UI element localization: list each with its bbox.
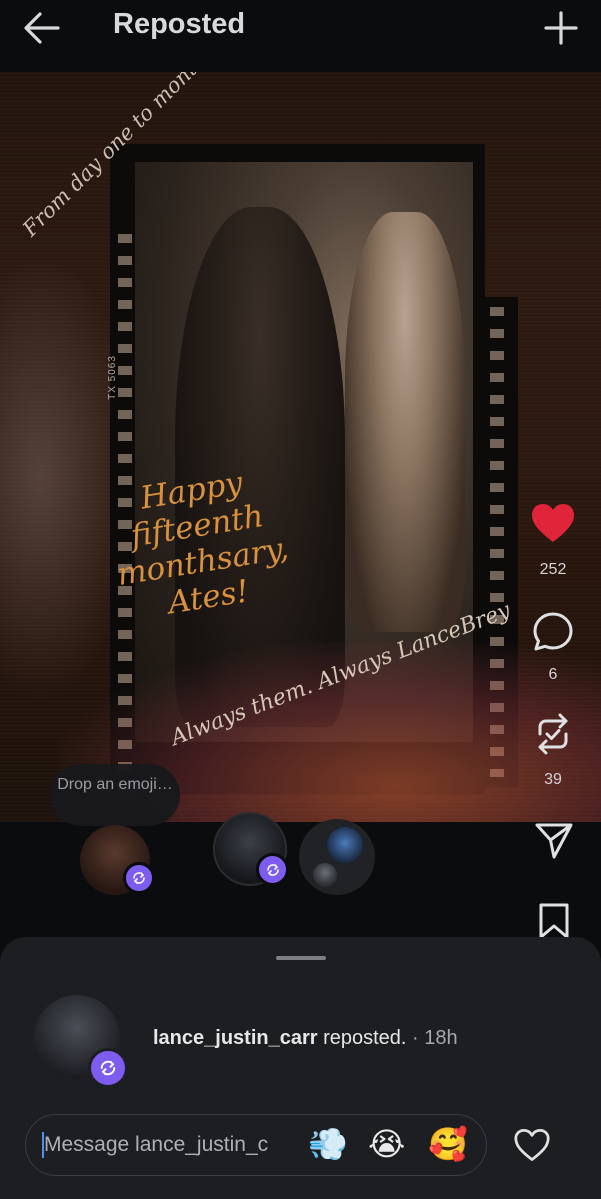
repost-badge (88, 1048, 128, 1088)
post-media[interactable]: TX 5063 From day one to month fifteen...… (0, 72, 601, 822)
comment-icon (533, 612, 573, 651)
emoji-hearts-button[interactable]: 🥰 (428, 1124, 468, 1164)
repost-time: · 18h (412, 1027, 458, 1049)
repost-badge (123, 862, 155, 894)
comment-count: 6 (548, 666, 558, 683)
repost-icon (538, 713, 568, 755)
send-like-button[interactable] (513, 1128, 551, 1167)
arrow-left-icon (24, 12, 60, 44)
add-button[interactable] (539, 6, 583, 50)
film-code-label: TX 5063 (106, 355, 118, 400)
repost-icon (100, 1060, 116, 1076)
plus-icon (544, 11, 578, 45)
message-placeholder: Message lance_justin_c (44, 1133, 269, 1156)
grouped-avatars[interactable] (299, 819, 375, 895)
repost-button[interactable] (533, 713, 573, 760)
top-bar: Reposted (0, 0, 601, 72)
comment-button[interactable] (532, 611, 574, 658)
username[interactable]: lance_justin_carr (153, 1027, 318, 1049)
mini-avatar (313, 863, 337, 887)
photo-figure-right (345, 212, 465, 632)
share-button[interactable] (534, 820, 574, 865)
share-icon (535, 823, 573, 859)
mini-avatar (327, 827, 363, 863)
message-input[interactable]: Message lance_justin_c (25, 1114, 487, 1176)
back-button[interactable] (18, 6, 70, 50)
repost-badge (256, 853, 289, 886)
drag-handle[interactable] (276, 956, 326, 960)
drop-emoji-bubble[interactable]: Drop an emoji… (50, 764, 180, 826)
emoji-crying-button[interactable]: 😭 (368, 1124, 405, 1164)
repost-info: lance_justin_carr reposted. · 18h (153, 1027, 458, 1050)
emoji-dash-button[interactable]: 💨 (308, 1124, 348, 1164)
heart-icon (532, 504, 574, 542)
like-button[interactable] (530, 502, 576, 549)
heart-outline-icon (514, 1129, 550, 1161)
repost-sheet: lance_justin_carr reposted. · 18h Messag… (0, 937, 601, 1199)
page-title: Reposted (113, 8, 246, 40)
repost-icon (266, 863, 279, 876)
repost-count: 39 (544, 771, 562, 788)
repost-action: reposted. (323, 1027, 407, 1049)
like-count: 252 (539, 561, 567, 578)
repost-icon (133, 872, 145, 884)
bookmark-icon (539, 903, 569, 939)
